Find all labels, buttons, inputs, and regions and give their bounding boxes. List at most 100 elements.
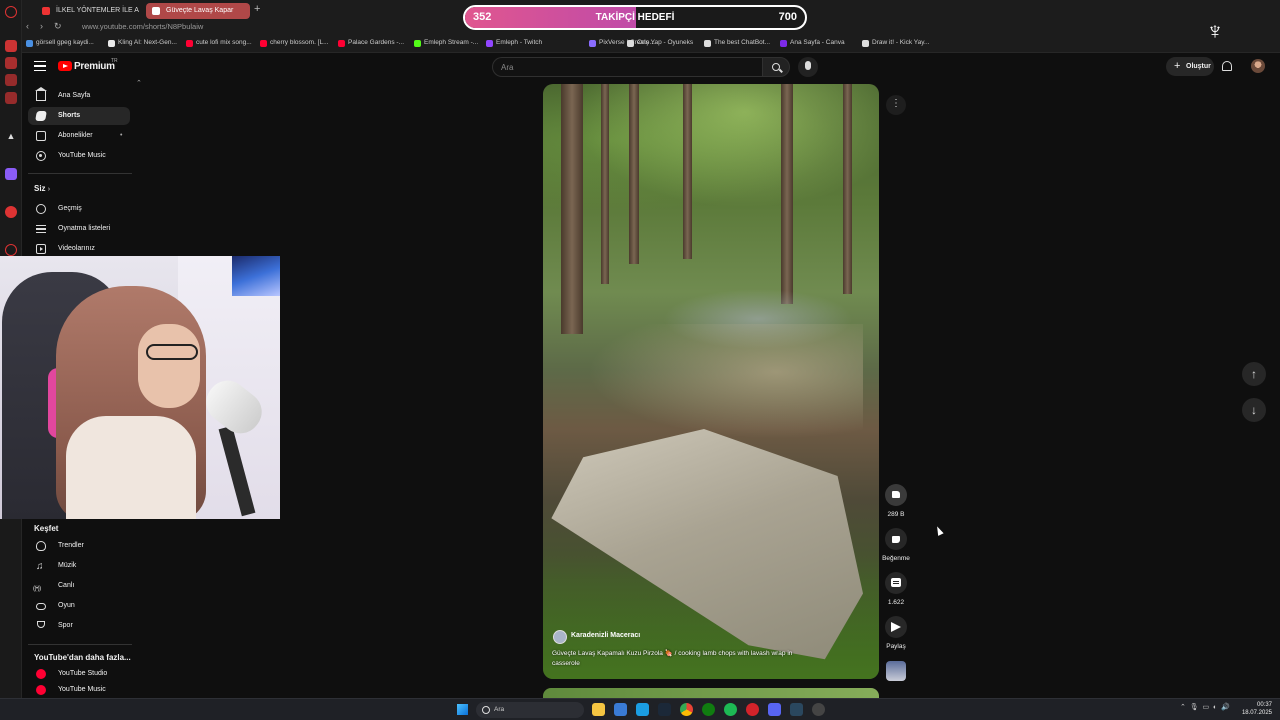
reload-icon[interactable]: ↻ xyxy=(54,21,62,32)
messenger-icon[interactable] xyxy=(5,74,17,86)
calendar-icon[interactable] xyxy=(614,703,627,716)
section-you[interactable]: Siz › xyxy=(34,184,50,193)
opera-logo-icon[interactable] xyxy=(5,6,17,18)
url-field[interactable]: www.youtube.com/shorts/N8Pbulaiw xyxy=(82,22,203,31)
more-options-button[interactable]: ⋮ xyxy=(886,95,906,115)
bookmark-item[interactable]: Emleph - Twitch xyxy=(486,39,542,47)
sound-thumbnail[interactable] xyxy=(886,661,906,681)
bookmark-item[interactable]: cute lofi mix song... xyxy=(186,39,252,47)
avatar[interactable] xyxy=(1251,59,1265,73)
taskbar-search[interactable]: Ara xyxy=(476,702,584,718)
clock[interactable]: 00:37 18.07.2025 xyxy=(1240,701,1272,717)
twitch-icon[interactable] xyxy=(5,168,17,180)
record-icon[interactable] xyxy=(5,206,17,218)
sidebar-item-playlists[interactable]: Oynatma listeleri xyxy=(28,220,130,238)
tab-active-video[interactable]: Güveçte Lavaş Kapar xyxy=(146,3,250,19)
thumbs-down-icon xyxy=(892,536,900,543)
sidebar-item-gaming[interactable]: Oyun xyxy=(28,597,130,615)
webcam-monitor xyxy=(232,256,280,296)
ai-icon[interactable]: ▲ xyxy=(5,130,17,142)
sidebar-item-home[interactable]: Ana Sayfa xyxy=(28,87,130,105)
country-code: TR xyxy=(111,58,118,64)
instagram-icon[interactable] xyxy=(5,92,17,104)
xbox-icon[interactable] xyxy=(702,703,715,716)
video-tree xyxy=(683,84,692,259)
bell-icon[interactable] xyxy=(1222,61,1232,71)
spotify-icon[interactable] xyxy=(724,703,737,716)
comments-button[interactable] xyxy=(885,572,907,594)
bookmark-item[interactable]: Ana Sayfa - Canva xyxy=(780,39,845,47)
discord-icon[interactable] xyxy=(768,703,781,716)
back-arrow-icon[interactable]: ‹ xyxy=(26,21,29,31)
sidebar-item-trending[interactable]: Trendler xyxy=(28,537,130,555)
youtube-logo-icon[interactable] xyxy=(58,61,72,71)
tab-ilkel-yontemler[interactable]: İLKEL YÖNTEMLER İLE A xyxy=(36,3,144,19)
sidebar-item-youtube-music-2[interactable]: YouTube Music xyxy=(28,685,130,695)
windows-start-icon[interactable] xyxy=(457,704,468,715)
aria-icon[interactable] xyxy=(5,40,17,52)
bookmarks-bar: görsell gpeg kaydi... Kling AI: Next-Gen.… xyxy=(22,35,1280,53)
share-button[interactable] xyxy=(885,616,907,638)
new-tab-button[interactable]: + xyxy=(254,3,260,15)
sidebar-item-live[interactable]: Canlı xyxy=(28,577,130,598)
sidebar-item-sports[interactable]: Spor xyxy=(28,617,130,635)
youtube-music-icon xyxy=(36,151,46,161)
bookmark-item[interactable]: görsell gpeg kaydi... xyxy=(26,39,94,47)
like-button[interactable] xyxy=(885,484,907,506)
search-input[interactable]: Ara xyxy=(492,57,762,77)
workspace-icon[interactable] xyxy=(5,57,17,69)
steam-2-icon[interactable] xyxy=(790,703,803,716)
bookmark-item[interactable]: The best ChatBot... xyxy=(704,39,770,47)
sidebar-item-subscriptions[interactable]: Abonelikler • xyxy=(28,127,130,145)
sidebar-item-youtube-studio[interactable]: YouTube Studio xyxy=(28,665,130,683)
sidebar-item-label: Oyun xyxy=(58,602,75,609)
bookmark-item[interactable]: cherry blossom. [L... xyxy=(260,39,329,47)
like-count: 289 B xyxy=(887,511,905,518)
scroll-up-icon[interactable]: ⌃ xyxy=(136,79,142,87)
sidebar-item-history[interactable]: Geçmiş xyxy=(28,200,130,218)
comment-icon xyxy=(891,578,901,587)
bookmark-item[interactable]: Palace Gardens -... xyxy=(338,39,404,47)
sidebar-item-shorts[interactable]: Shorts xyxy=(28,107,130,125)
webcam-overlay xyxy=(0,256,280,519)
youtube-brand[interactable]: Premium xyxy=(74,61,115,72)
steam-icon[interactable] xyxy=(658,703,671,716)
bookmark-item[interactable]: Kling AI: Next-Gen... xyxy=(108,39,177,47)
obs-icon[interactable] xyxy=(812,703,825,716)
bookmark-item[interactable]: Draw it! - Kick Yay... xyxy=(862,39,929,47)
sidebar-item-label: Geçmiş xyxy=(58,205,82,212)
file-explorer-icon[interactable] xyxy=(592,703,605,716)
next-short-button[interactable]: ↓ xyxy=(1242,398,1266,422)
channel-name[interactable]: Karadenizli Maceracı xyxy=(571,632,640,639)
speaker-icon xyxy=(152,7,160,15)
previous-short-button[interactable]: ↑ xyxy=(1242,362,1266,386)
opera-icon[interactable] xyxy=(746,703,759,716)
shorts-video-player[interactable]: Karadenizli Maceracı Güveçte Lavaş Kapam… xyxy=(543,84,879,679)
forward-arrow-icon[interactable]: › xyxy=(40,21,43,31)
history-icon xyxy=(36,204,46,214)
system-tray[interactable]: ⌃ 🎙 ▭ ◐ 🔊 xyxy=(1180,703,1230,711)
gaming-icon xyxy=(36,603,46,610)
channel-avatar[interactable] xyxy=(553,630,567,644)
tab-label: Güveçte Lavaş Kapar xyxy=(166,7,234,14)
search-button[interactable] xyxy=(762,57,790,77)
webcam-streamer-body xyxy=(66,416,196,519)
voice-search-button[interactable] xyxy=(798,57,818,77)
bookmark-item[interactable]: Emleph Stream -... xyxy=(414,39,478,47)
chrome-icon[interactable] xyxy=(680,703,693,716)
next-short-preview[interactable] xyxy=(543,688,879,698)
share-icon xyxy=(891,622,901,632)
video-caption[interactable]: Güveçte Lavaş Kapamalı Kuzu Pirzola 🍖 / … xyxy=(552,649,802,668)
store-icon[interactable] xyxy=(636,703,649,716)
sidebar-item-label: Shorts xyxy=(58,112,81,119)
video-tree xyxy=(629,84,639,264)
bookmark-item[interactable]: Oriş Yap - Oyuneks xyxy=(627,39,693,47)
clock-date: 18.07.2025 xyxy=(1241,710,1272,716)
video-tree xyxy=(561,84,583,334)
sidebar-item-youtube-music[interactable]: YouTube Music xyxy=(28,147,130,165)
create-button[interactable]: Oluştur xyxy=(1166,57,1214,76)
sidebar-item-music[interactable]: Müzik xyxy=(28,557,130,576)
dislike-button[interactable] xyxy=(885,528,907,550)
history-rail-icon[interactable] xyxy=(5,244,17,256)
menu-icon[interactable] xyxy=(34,61,46,71)
